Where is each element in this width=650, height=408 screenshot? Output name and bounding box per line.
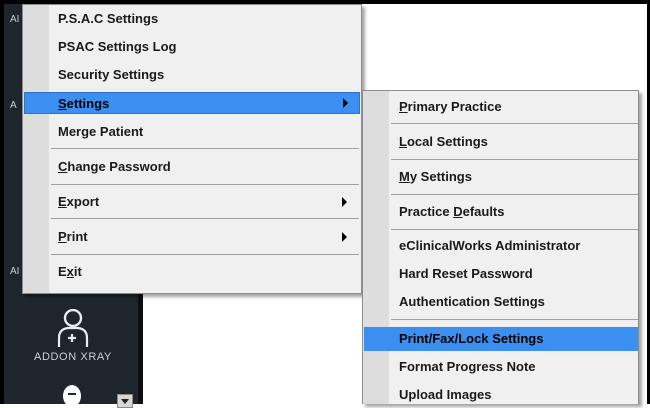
submenu-arrow-icon <box>342 232 347 242</box>
menu-item-label: Print <box>58 229 88 244</box>
menu-item-label: PSAC Settings Log <box>58 39 177 54</box>
submenu-arrow-icon <box>342 197 347 207</box>
submenu-separator <box>391 194 638 195</box>
menu-separator <box>51 218 359 219</box>
submenu-arrow-icon <box>343 98 348 108</box>
submenu-separator <box>391 229 638 230</box>
menu-item-settings[interactable]: Settings <box>24 92 360 114</box>
menu-item-label: Security Settings <box>58 67 165 82</box>
menu-item-label: P.S.A.C Settings <box>58 11 159 26</box>
submenu-separator <box>391 159 638 160</box>
menu-item-change-password[interactable]: Change Password <box>24 156 360 178</box>
menu-item-security-settings[interactable]: Security Settings <box>24 64 360 86</box>
submenu-item-print-fax-lock-settings[interactable]: Print/Fax/Lock Settings <box>364 327 638 351</box>
submenu-item-label: Authentication Settings <box>399 294 545 309</box>
sidebar-fragment: AI <box>10 266 20 277</box>
submenu-item-hard-reset-password[interactable]: Hard Reset Password <box>364 263 637 285</box>
doctor-plus-icon[interactable] <box>56 309 90 349</box>
menu-item-label: Merge Patient <box>58 124 144 139</box>
submenu-item-my-settings[interactable]: My Settings <box>364 166 637 188</box>
menu-separator <box>51 148 359 149</box>
submenu-item-primary-practice[interactable]: Primary Practice <box>364 96 637 118</box>
menu-item-export[interactable]: Export <box>24 191 360 213</box>
settings-submenu: Primary Practice Local Settings My Setti… <box>362 90 639 404</box>
sidebar-fragment: A <box>10 100 17 111</box>
sidebar-fragment: AI <box>10 14 20 25</box>
menu-separator <box>51 254 359 255</box>
menu-item-label: Settings <box>58 96 110 111</box>
user-silhouette-icon[interactable] <box>54 382 90 408</box>
submenu-item-practice-defaults[interactable]: Practice Defaults <box>364 201 637 223</box>
submenu-separator <box>391 319 638 320</box>
menu-item-psac-settings[interactable]: P.S.A.C Settings <box>24 8 360 30</box>
menu-item-psac-settings-log[interactable]: PSAC Settings Log <box>24 36 360 58</box>
addon-xray-label[interactable]: ADDON XRAY <box>4 351 142 363</box>
submenu-item-label: Local Settings <box>399 134 488 149</box>
menu-item-label: Change Password <box>58 159 171 174</box>
submenu-separator <box>391 123 638 124</box>
submenu-item-label: Upload Images <box>399 387 492 402</box>
submenu-item-label: My Settings <box>399 169 472 184</box>
submenu-item-label: Hard Reset Password <box>399 266 533 281</box>
submenu-item-local-settings[interactable]: Local Settings <box>364 131 637 153</box>
menu-separator <box>51 184 359 185</box>
menu-item-label: Exit <box>58 264 82 279</box>
submenu-item-eclinicalworks-administrator[interactable]: eClinicalWorks Administrator <box>364 235 637 257</box>
menu-item-print[interactable]: Print <box>24 226 360 248</box>
main-menu: P.S.A.C Settings PSAC Settings Log Secur… <box>22 4 362 294</box>
menu-item-label: Export <box>58 194 100 209</box>
sidebar-dropdown-button[interactable] <box>117 394 133 408</box>
submenu-item-label: Format Progress Note <box>399 359 536 374</box>
submenu-item-authentication-settings[interactable]: Authentication Settings <box>364 291 637 313</box>
submenu-item-upload-images[interactable]: Upload Images <box>364 384 637 406</box>
menu-item-merge-patient[interactable]: Merge Patient <box>24 121 360 143</box>
submenu-item-label: Primary Practice <box>399 99 502 114</box>
menu-item-exit[interactable]: Exit <box>24 261 360 283</box>
submenu-item-label: Practice Defaults <box>399 204 505 219</box>
submenu-item-label: eClinicalWorks Administrator <box>399 238 581 253</box>
submenu-item-format-progress-note[interactable]: Format Progress Note <box>364 356 637 378</box>
submenu-item-label: Print/Fax/Lock Settings <box>399 331 544 346</box>
